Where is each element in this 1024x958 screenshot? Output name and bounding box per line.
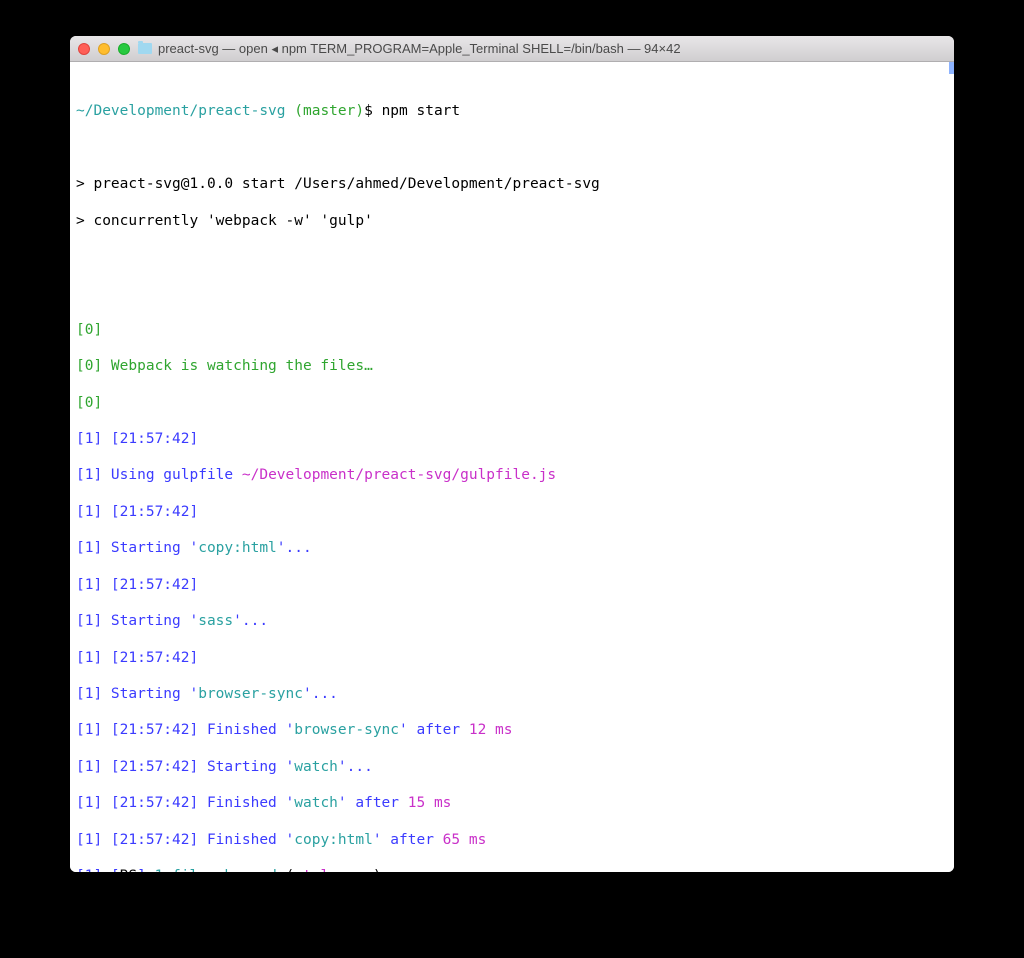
output-line: [0] Webpack is watching the files… <box>76 357 948 375</box>
output-line: [1] [21:57:42] Finished 'watch' after 15… <box>76 794 948 812</box>
prompt-line: ~/Development/preact-svg (master)$ npm s… <box>76 102 948 120</box>
output-line: > concurrently 'webpack -w' 'gulp' <box>76 212 948 230</box>
output-line: [1] Starting 'copy:html'... <box>76 539 948 557</box>
output-line: [1] [21:57:42] Finished 'copy:html' afte… <box>76 831 948 849</box>
output-line: [1] Starting 'browser-sync'... <box>76 685 948 703</box>
command: npm start <box>382 103 461 119</box>
terminal-output[interactable]: ~/Development/preact-svg (master)$ npm s… <box>70 62 954 872</box>
output-line: [1] Using gulpfile ~/Development/preact-… <box>76 466 948 484</box>
output-line: [0] <box>76 321 948 339</box>
output-line: [0] <box>76 394 948 412</box>
prompt-path: ~/Development/preact-svg <box>76 103 286 119</box>
titlebar[interactable]: preact-svg — open ◂ npm TERM_PROGRAM=App… <box>70 36 954 62</box>
output-line: [1] [21:57:42] <box>76 649 948 667</box>
git-branch: (master) <box>294 103 364 119</box>
minimize-icon[interactable] <box>98 43 110 55</box>
output-line: [1] [21:57:42] Finished 'browser-sync' a… <box>76 721 948 739</box>
terminal-window: preact-svg — open ◂ npm TERM_PROGRAM=App… <box>70 36 954 872</box>
prompt-symbol: $ <box>364 103 373 119</box>
output-line: [1] [21:57:42] <box>76 430 948 448</box>
output-line: > preact-svg@1.0.0 start /Users/ahmed/De… <box>76 175 948 193</box>
output-line: [1] [21:57:42] <box>76 503 948 521</box>
window-title: preact-svg — open ◂ npm TERM_PROGRAM=App… <box>158 41 681 57</box>
traffic-lights <box>78 43 130 55</box>
output-line: [1] [BS] 1 file changed (style.css) <box>76 867 948 872</box>
scrollbar-indicator[interactable] <box>949 62 954 74</box>
output-line: [1] [21:57:42] Starting 'watch'... <box>76 758 948 776</box>
zoom-icon[interactable] <box>118 43 130 55</box>
output-line: [1] [21:57:42] <box>76 576 948 594</box>
folder-icon <box>138 43 152 54</box>
output-line: [1] Starting 'sass'... <box>76 612 948 630</box>
close-icon[interactable] <box>78 43 90 55</box>
